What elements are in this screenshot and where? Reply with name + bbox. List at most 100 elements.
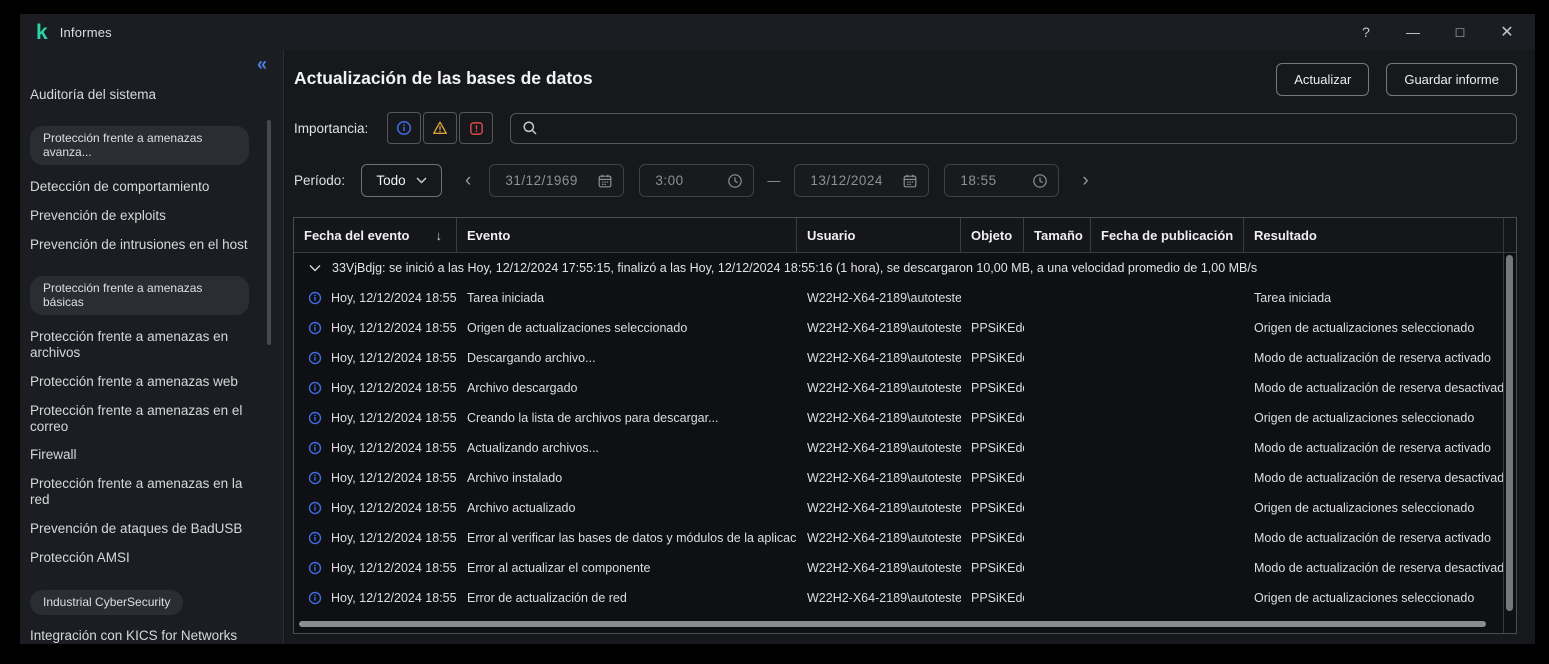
search-input[interactable] <box>547 121 1505 136</box>
date-from-value: 31/12/1969 <box>505 173 578 188</box>
period-next-icon[interactable]: › <box>1078 171 1092 190</box>
object-cell: PPSiKEdq <box>961 351 1024 365</box>
time-to-input[interactable]: 18:55 <box>944 164 1059 197</box>
col-header-fecha-publicacion[interactable]: Fecha de publicación <box>1091 218 1244 252</box>
horizontal-scrollbar[interactable] <box>299 621 1486 627</box>
user-cell: W22H2-X64-2189\autotester <box>797 321 961 335</box>
calendar-icon <box>902 173 918 189</box>
event-time: Hoy, 12/12/2024 18:55:15 <box>331 381 457 395</box>
table-row[interactable]: Hoy, 12/12/2024 18:55:15 Origen de actua… <box>294 313 1516 343</box>
sidebar-item[interactable]: Prevención de exploits <box>30 201 249 230</box>
col-header-resultado[interactable]: Resultado <box>1244 218 1503 252</box>
search-box <box>510 113 1517 144</box>
event-time-cell: Hoy, 12/12/2024 18:55:15 <box>294 321 457 335</box>
events-table: Fecha del evento ↓ Evento Usuario Objeto… <box>293 217 1517 634</box>
title-bar: k Informes ? — □ ✕ <box>20 14 1535 50</box>
sidebar-item-label: Industrial CyberSecurity <box>30 590 183 615</box>
sidebar-item[interactable]: Protección frente a amenazas avanza... <box>30 119 249 172</box>
table-row[interactable]: Hoy, 12/12/2024 18:55:15 Archivo instala… <box>294 463 1516 493</box>
result-cell: Origen de actualizaciones seleccionado <box>1244 501 1503 515</box>
event-cell: Error al actualizar el componente <box>457 561 797 575</box>
sidebar-item-label: Detección de comportamiento <box>30 179 209 194</box>
time-from-value: 3:00 <box>655 173 683 188</box>
table-row[interactable]: Hoy, 12/12/2024 18:55:15 Error de actual… <box>294 583 1516 613</box>
sidebar-item[interactable]: Auditoría del sistema <box>30 80 249 109</box>
user-cell: W22H2-X64-2189\autotester <box>797 531 961 545</box>
sidebar-scrollbar[interactable] <box>267 120 271 345</box>
sidebar-item-label: Auditoría del sistema <box>30 87 156 102</box>
sidebar-item-label: Protección AMSI <box>30 550 130 565</box>
sidebar-item-label: Firewall <box>30 447 77 462</box>
clock-icon <box>1032 173 1048 189</box>
minimize-icon[interactable]: — <box>1405 24 1421 40</box>
table-row[interactable]: Hoy, 12/12/2024 18:55:15 Creando la list… <box>294 403 1516 433</box>
importance-warning-button[interactable] <box>423 112 457 144</box>
user-cell: W22H2-X64-2189\autotester <box>797 591 961 605</box>
table-row[interactable]: Hoy, 12/12/2024 18:55:15 Actualizando ar… <box>294 433 1516 463</box>
object-cell: PPSiKEdq <box>961 381 1024 395</box>
time-from-input[interactable]: 3:00 <box>639 164 754 197</box>
page-title: Actualización de las bases de datos <box>294 68 593 89</box>
sidebar-item[interactable]: Detección de comportamiento <box>30 172 249 201</box>
event-time-cell: Hoy, 12/12/2024 18:55:15 <box>294 501 457 515</box>
col-header-evento[interactable]: Evento <box>457 218 797 252</box>
sidebar-item[interactable]: Protección frente a amenazas en la red <box>30 470 249 515</box>
table-row[interactable]: Hoy, 12/12/2024 18:55:15 Error al actual… <box>294 553 1516 583</box>
help-icon[interactable]: ? <box>1358 24 1374 40</box>
sidebar-item[interactable]: Protección frente a amenazas en archivos <box>30 322 249 367</box>
event-time-cell: Hoy, 12/12/2024 18:55:15 <box>294 441 457 455</box>
table-row[interactable]: Hoy, 12/12/2024 18:55:15 Tarea iniciada … <box>294 283 1516 313</box>
warning-icon <box>432 120 448 136</box>
event-cell: Origen de actualizaciones seleccionado <box>457 321 797 335</box>
sidebar-item[interactable]: Protección frente a amenazas en el corre… <box>30 396 249 441</box>
task-group-row[interactable]: 33VjBdjg: se inició a las Hoy, 12/12/202… <box>294 253 1516 283</box>
period-select-value: Todo <box>376 173 405 188</box>
user-cell: W22H2-X64-2189\autotester <box>797 501 961 515</box>
close-icon[interactable]: ✕ <box>1499 22 1515 42</box>
event-time: Hoy, 12/12/2024 18:55:15 <box>331 591 457 605</box>
importance-label: Importancia: <box>294 121 387 136</box>
sidebar-collapse-icon[interactable]: « <box>257 54 267 75</box>
sidebar-item[interactable]: Protección AMSI <box>30 544 249 573</box>
object-cell: PPSiKEdq <box>961 411 1024 425</box>
date-to-input[interactable]: 13/12/2024 <box>794 164 929 197</box>
task-group-summary: 33VjBdjg: se inició a las Hoy, 12/12/202… <box>332 261 1257 275</box>
info-icon <box>308 381 322 395</box>
period-prev-icon[interactable]: ‹ <box>461 171 475 190</box>
period-select[interactable]: Todo <box>361 164 442 197</box>
result-cell: Modo de actualización de reserva activad… <box>1244 531 1503 545</box>
sidebar-item[interactable]: Protección frente a amenazas básicas <box>30 269 249 322</box>
col-header-fecha-evento[interactable]: Fecha del evento ↓ <box>294 218 457 252</box>
col-header-objeto[interactable]: Objeto <box>961 218 1024 252</box>
col-header-tamano[interactable]: Tamaño <box>1024 218 1091 252</box>
table-row[interactable]: Hoy, 12/12/2024 18:55:15 Error al verifi… <box>294 523 1516 553</box>
event-cell: Archivo instalado <box>457 471 797 485</box>
importance-info-button[interactable] <box>387 112 421 144</box>
sidebar-item[interactable]: Prevención de ataques de BadUSB <box>30 515 249 544</box>
col-header-usuario[interactable]: Usuario <box>797 218 961 252</box>
update-button[interactable]: Actualizar <box>1276 63 1369 96</box>
maximize-icon[interactable]: □ <box>1452 24 1468 40</box>
table-row[interactable]: Hoy, 12/12/2024 18:55:15 Archivo actuali… <box>294 493 1516 523</box>
sidebar-item[interactable]: Prevención de intrusiones en el host <box>30 230 249 259</box>
object-cell: PPSiKEdq <box>961 561 1024 575</box>
period-label: Período: <box>294 173 361 188</box>
save-report-button[interactable]: Guardar informe <box>1386 63 1517 96</box>
user-cell: W22H2-X64-2189\autotester <box>797 411 961 425</box>
sidebar-item[interactable]: Industrial CyberSecurity <box>30 583 249 622</box>
user-cell: W22H2-X64-2189\autotester <box>797 561 961 575</box>
event-time: Hoy, 12/12/2024 18:55:15 <box>331 561 457 575</box>
vertical-scrollbar[interactable] <box>1506 255 1513 611</box>
date-from-input[interactable]: 31/12/1969 <box>489 164 624 197</box>
importance-critical-button[interactable] <box>459 112 493 144</box>
table-row[interactable]: Hoy, 12/12/2024 18:55:15 Descargando arc… <box>294 343 1516 373</box>
table-row[interactable]: Hoy, 12/12/2024 18:55:15 Archivo descarg… <box>294 373 1516 403</box>
info-icon <box>308 471 322 485</box>
sidebar-item[interactable]: Firewall <box>30 441 249 470</box>
info-icon <box>308 321 322 335</box>
sidebar-item[interactable]: Protección frente a amenazas web <box>30 367 249 396</box>
result-cell: Modo de actualización de reserva desacti… <box>1244 471 1503 485</box>
calendar-icon <box>597 173 613 189</box>
event-time: Hoy, 12/12/2024 18:55:15 <box>331 441 457 455</box>
sidebar-item[interactable]: Integración con KICS for Networks <box>30 622 249 644</box>
